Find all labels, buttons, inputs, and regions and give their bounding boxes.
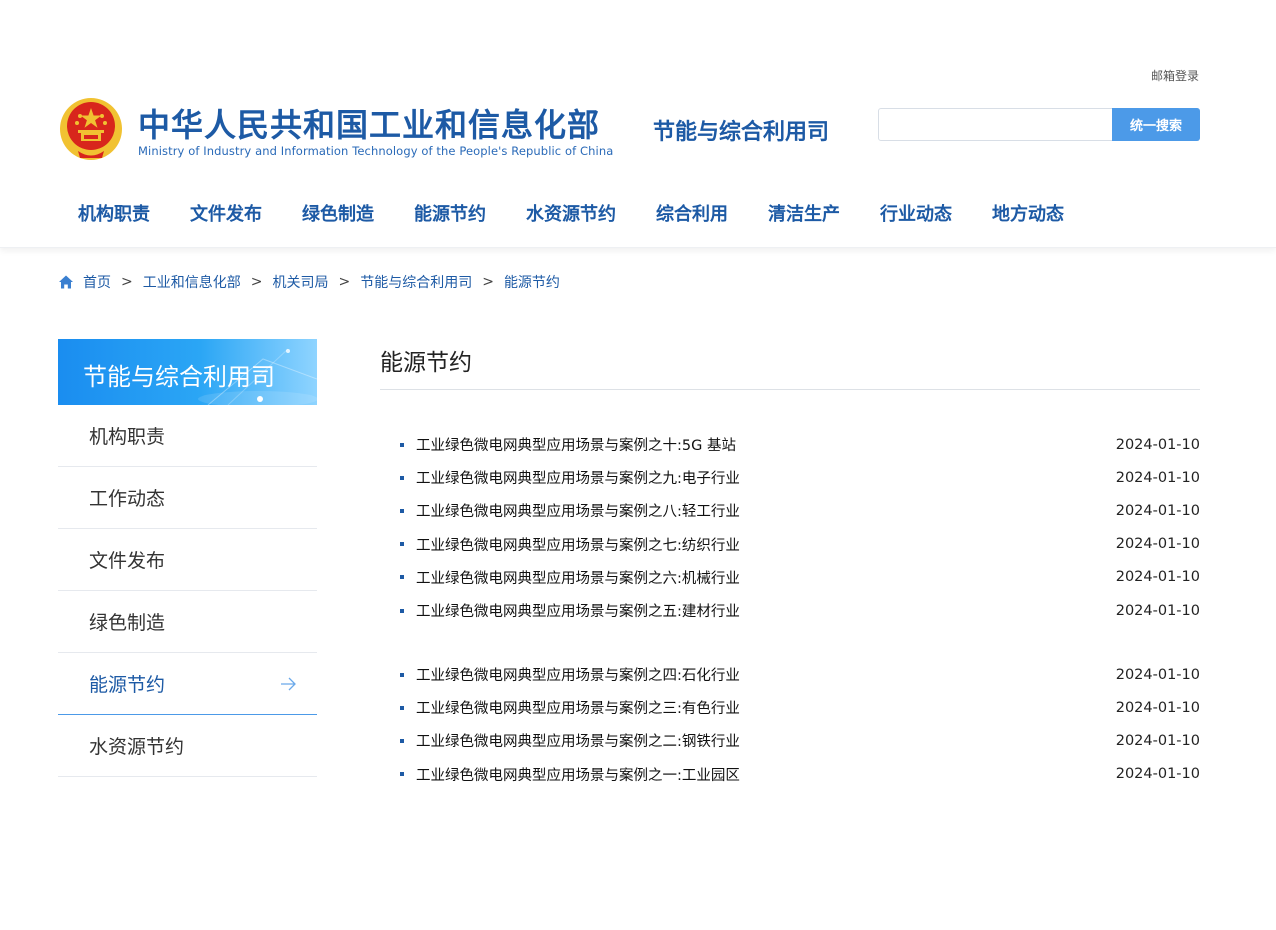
list-item: 工业绿色微电网典型应用场景与案例之九:电子行业 2024-01-10 xyxy=(400,461,1200,494)
sidebar-item-label: 水资源节约 xyxy=(89,736,185,758)
list-item: 工业绿色微电网典型应用场景与案例之六:机械行业 2024-01-10 xyxy=(400,561,1200,594)
sidebar-item-label: 文件发布 xyxy=(89,550,166,572)
sidebar-item-nengyuan-jieyue[interactable]: 能源节约 xyxy=(58,653,317,715)
breadcrumb: 首页 > 工业和信息化部 > 机关司局 > 节能与综合利用司 > 能源节约 xyxy=(58,272,560,292)
list-item: 工业绿色微电网典型应用场景与案例之八:轻工行业 2024-01-10 xyxy=(400,494,1200,527)
article-date: 2024-01-10 xyxy=(1115,469,1200,486)
sidebar-banner: 节能与综合利用司 xyxy=(58,339,317,405)
bullet xyxy=(400,575,404,580)
article-link[interactable]: 工业绿色微电网典型应用场景与案例之四:石化行业 xyxy=(416,664,740,685)
mail-login-link[interactable]: 邮箱登录 xyxy=(1151,67,1199,84)
nav-item-shuiziyuan-jieyue[interactable]: 水资源节约 xyxy=(506,196,636,232)
list-item: 工业绿色微电网典型应用场景与案例之一:工业园区 2024-01-10 xyxy=(400,758,1200,791)
title-divider xyxy=(380,389,1200,390)
bullet xyxy=(400,442,404,447)
sidebar-item-lvse-zhizao[interactable]: 绿色制造 xyxy=(58,591,317,653)
article-date: 2024-01-10 xyxy=(1115,536,1200,553)
breadcrumb-current[interactable]: 能源节约 xyxy=(504,272,560,292)
sidebar-item-label: 机构职责 xyxy=(89,426,166,448)
search-button[interactable]: 统一搜索 xyxy=(1112,108,1200,141)
bullet xyxy=(400,475,404,480)
list-item: 工业绿色微电网典型应用场景与案例之十:5G 基站 2024-01-10 xyxy=(400,428,1200,461)
sidebar-item-shuiziyuan-jieyue[interactable]: 水资源节约 xyxy=(58,715,317,777)
nav-item-difang-dongtai[interactable]: 地方动态 xyxy=(972,196,1084,232)
nav-item-lvse-zhizao[interactable]: 绿色制造 xyxy=(282,196,394,232)
sidebar-title: 节能与综合利用司 xyxy=(83,363,275,391)
bullet xyxy=(400,738,404,743)
article-date: 2024-01-10 xyxy=(1115,699,1200,716)
article-date: 2024-01-10 xyxy=(1115,732,1200,749)
sidebar-item-label: 绿色制造 xyxy=(89,612,166,634)
nav-item-zonghe-liyong[interactable]: 综合利用 xyxy=(636,196,748,232)
breadcrumb-ministry[interactable]: 工业和信息化部 xyxy=(143,272,241,292)
article-link[interactable]: 工业绿色微电网典型应用场景与案例之七:纺织行业 xyxy=(416,534,740,555)
article-date: 2024-01-10 xyxy=(1115,666,1200,683)
sidebar-item-wenjian-fabu[interactable]: 文件发布 xyxy=(58,529,317,591)
breadcrumb-separator: > xyxy=(250,274,263,290)
article-date: 2024-01-10 xyxy=(1115,436,1200,453)
breadcrumb-separator: > xyxy=(121,274,133,290)
main-nav: 机构职责 文件发布 绿色制造 能源节约 水资源节约 综合利用 清洁生产 行业动态… xyxy=(58,196,1084,232)
article-link[interactable]: 工业绿色微电网典型应用场景与案例之六:机械行业 xyxy=(416,567,740,588)
national-emblem-icon xyxy=(60,98,122,160)
list-item: 工业绿色微电网典型应用场景与案例之五:建材行业 2024-01-10 xyxy=(400,594,1200,627)
list-item: 工业绿色微电网典型应用场景与案例之三:有色行业 2024-01-10 xyxy=(400,691,1200,724)
article-link[interactable]: 工业绿色微电网典型应用场景与案例之三:有色行业 xyxy=(416,697,740,718)
article-link[interactable]: 工业绿色微电网典型应用场景与案例之十:5G 基站 xyxy=(416,434,736,455)
nav-item-jigou-zhize[interactable]: 机构职责 xyxy=(58,196,170,232)
breadcrumb-separator: > xyxy=(482,274,494,290)
page-title: 能源节约 xyxy=(380,350,472,376)
article-list-group-1: 工业绿色微电网典型应用场景与案例之十:5G 基站 2024-01-10 工业绿色… xyxy=(400,428,1200,627)
article-date: 2024-01-10 xyxy=(1115,502,1200,519)
bullet xyxy=(400,608,404,613)
sidebar-item-label: 工作动态 xyxy=(89,488,166,510)
sidebar-item-jigou-zhize[interactable]: 机构职责 xyxy=(58,405,317,467)
nav-item-nengyuan-jieyue[interactable]: 能源节约 xyxy=(394,196,506,232)
breadcrumb-bureaus[interactable]: 机关司局 xyxy=(272,272,328,292)
sidebar-menu: 机构职责 工作动态 文件发布 绿色制造 能源节约 水资源节约 xyxy=(58,405,317,777)
article-date: 2024-01-10 xyxy=(1115,602,1200,619)
site-header: 邮箱登录 中华人民共和国工业和信息化部 Ministry of Industry… xyxy=(0,0,1276,248)
list-item: 工业绿色微电网典型应用场景与案例之二:钢铁行业 2024-01-10 xyxy=(400,724,1200,757)
article-link[interactable]: 工业绿色微电网典型应用场景与案例之一:工业园区 xyxy=(416,764,740,785)
article-link[interactable]: 工业绿色微电网典型应用场景与案例之五:建材行业 xyxy=(416,600,740,621)
nav-item-hangye-dongtai[interactable]: 行业动态 xyxy=(860,196,972,232)
sidebar-item-gongzuo-dongtai[interactable]: 工作动态 xyxy=(58,467,317,529)
sidebar-item-label: 能源节约 xyxy=(89,674,166,696)
article-date: 2024-01-10 xyxy=(1115,569,1200,586)
breadcrumb-department[interactable]: 节能与综合利用司 xyxy=(360,272,472,292)
ministry-name-en: Ministry of Industry and Information Tec… xyxy=(138,144,614,158)
home-icon[interactable] xyxy=(58,274,74,290)
ministry-name-cn: 中华人民共和国工业和信息化部 xyxy=(138,106,601,144)
article-date: 2024-01-10 xyxy=(1115,766,1200,783)
breadcrumb-home[interactable]: 首页 xyxy=(83,272,111,292)
search-input[interactable] xyxy=(880,110,1110,139)
nav-item-wenjian-fabu[interactable]: 文件发布 xyxy=(170,196,282,232)
list-item: 工业绿色微电网典型应用场景与案例之七:纺织行业 2024-01-10 xyxy=(400,528,1200,561)
article-link[interactable]: 工业绿色微电网典型应用场景与案例之二:钢铁行业 xyxy=(416,730,740,751)
breadcrumb-separator: > xyxy=(338,274,351,290)
nav-item-qingjie-shengchan[interactable]: 清洁生产 xyxy=(748,196,860,232)
department-name: 节能与综合利用司 xyxy=(653,120,830,145)
list-item: 工业绿色微电网典型应用场景与案例之四:石化行业 2024-01-10 xyxy=(400,658,1200,691)
bullet xyxy=(400,508,404,513)
bullet xyxy=(400,672,404,677)
bullet xyxy=(400,542,404,547)
article-list-group-2: 工业绿色微电网典型应用场景与案例之四:石化行业 2024-01-10 工业绿色微… xyxy=(400,658,1200,791)
arrow-right-icon xyxy=(281,677,296,691)
article-link[interactable]: 工业绿色微电网典型应用场景与案例之八:轻工行业 xyxy=(416,500,740,521)
bullet xyxy=(400,772,404,777)
bullet xyxy=(400,705,404,710)
article-link[interactable]: 工业绿色微电网典型应用场景与案例之九:电子行业 xyxy=(416,467,740,488)
